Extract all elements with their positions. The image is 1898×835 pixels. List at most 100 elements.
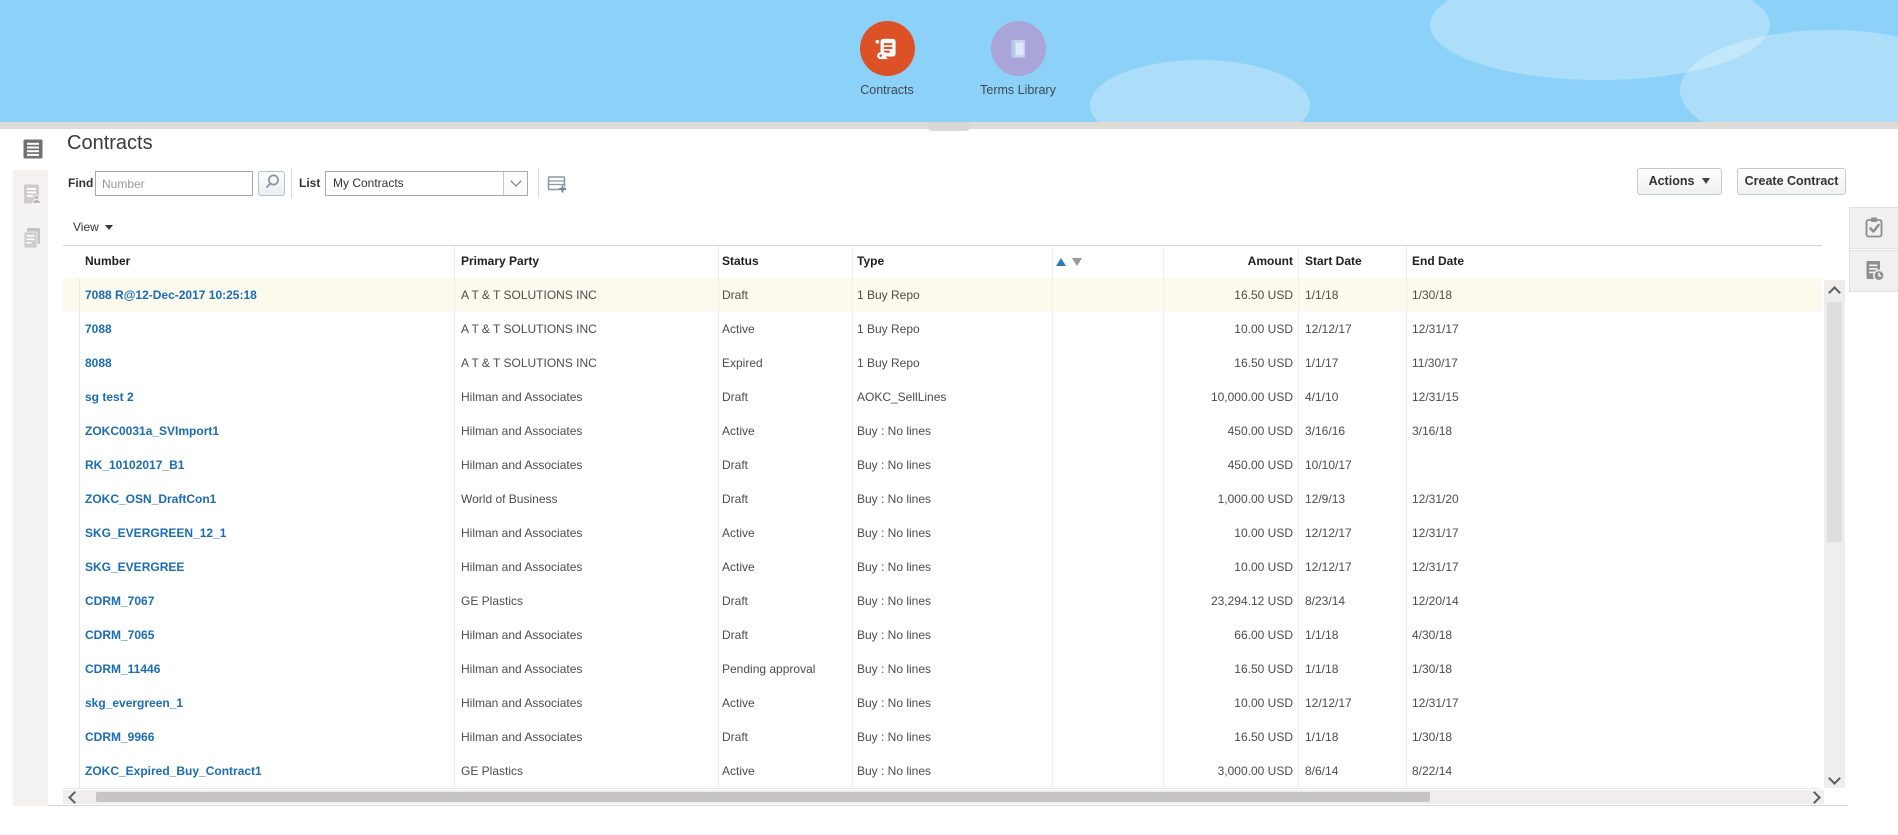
contract-deliverables-side-tab[interactable]: [1849, 207, 1898, 249]
actions-button[interactable]: Actions: [1637, 168, 1722, 195]
contract-deliverables-rail-icon[interactable]: [21, 183, 43, 208]
column-header-amount[interactable]: Amount: [1120, 245, 1293, 278]
type-cell: Buy : No lines: [857, 458, 932, 472]
table-row[interactable]: ZOKC0031a_SVImport1 Hilman and Associates…: [63, 414, 1822, 449]
primary-party-cell: GE Plastics: [461, 764, 524, 778]
contract-link[interactable]: 7088 R@12-Dec-2017 10:25:18: [85, 288, 257, 302]
end-date-cell: 1/30/18: [1412, 662, 1453, 676]
caret-down-icon: [1702, 178, 1711, 184]
row-gutter: [63, 380, 80, 414]
contract-link[interactable]: CDRM_7065: [85, 628, 154, 642]
toolbar-separator: [291, 168, 292, 198]
primary-party-cell: A T & T SOLUTIONS INC: [461, 322, 597, 336]
primary-party-cell: Hilman and Associates: [461, 560, 583, 574]
sort-ascending-icon[interactable]: [1056, 258, 1066, 266]
row-gutter: [63, 686, 80, 720]
row-gutter: [63, 414, 80, 448]
amount-cell: 10.00 USD: [1234, 526, 1293, 540]
horizontal-scrollbar-thumb[interactable]: [96, 792, 1430, 802]
vertical-scrollbar-thumb[interactable]: [1827, 302, 1842, 542]
find-input[interactable]: [95, 171, 253, 196]
contract-number-cell: ZOKC0031a_SVImport1: [85, 414, 219, 448]
table-row[interactable]: ZOKC_OSN_DraftCon1 World of Business Draft…: [63, 482, 1822, 517]
table-row[interactable]: 7088 R@12-Dec-2017 10:25:18 A T & T SOLUT…: [63, 278, 1822, 313]
table-row[interactable]: 7088 A T & T SOLUTIONS INC Active 1 Buy Rep…: [63, 312, 1822, 347]
status-cell: Draft: [722, 594, 749, 608]
end-date-cell: 12/31/17: [1412, 560, 1459, 574]
amount-cell: 66.00 USD: [1234, 628, 1293, 642]
manage-lists-icon[interactable]: [546, 173, 568, 195]
primary-party-cell: Hilman and Associates: [461, 458, 583, 472]
contract-link[interactable]: ZOKC0031a_SVImport1: [85, 424, 219, 438]
contract-link[interactable]: CDRM_9966: [85, 730, 154, 744]
row-gutter: [63, 584, 80, 618]
contract-link[interactable]: ZOKC_OSN_DraftCon1: [85, 492, 216, 506]
status-cell: Draft: [722, 730, 749, 744]
status-cell: Draft: [722, 288, 749, 302]
toolbar-separator: [538, 168, 539, 198]
end-date-cell: 11/30/17: [1412, 356, 1458, 370]
list-select[interactable]: My Contracts: [325, 171, 528, 196]
contract-link[interactable]: sg test 2: [85, 390, 134, 404]
contract-link[interactable]: SKG_EVERGREE: [85, 560, 184, 574]
column-header-status[interactable]: Status: [722, 245, 759, 278]
list-select-dropdown-button[interactable]: [503, 172, 527, 195]
contract-link[interactable]: CDRM_11446: [85, 662, 160, 676]
contract-link[interactable]: ZOKC_Expired_Buy_Contract1: [85, 764, 262, 778]
contract-number-cell: skg_evergreen_1: [85, 686, 183, 720]
start-date-cell: 8/23/14: [1305, 594, 1346, 608]
table-row[interactable]: CDRM_9966 Hilman and Associates Draft Buy :…: [63, 720, 1822, 755]
status-cell: Active: [722, 764, 755, 778]
contract-link[interactable]: RK_10102017_B1: [85, 458, 184, 472]
primary-party-cell: Hilman and Associates: [461, 424, 583, 438]
sort-descending-icon[interactable]: [1072, 258, 1082, 266]
contract-link[interactable]: CDRM_7067: [85, 594, 154, 608]
row-gutter: [63, 618, 80, 652]
table-row[interactable]: skg_evergreen_1 Hilman and Associates Acti…: [63, 686, 1822, 721]
springboard-item-terms-library[interactable]: Terms Library: [968, 21, 1068, 97]
column-header-number[interactable]: Number: [85, 245, 130, 278]
amount-cell: 10.00 USD: [1234, 322, 1293, 336]
table-row[interactable]: SKG_EVERGREEN_12_1 Hilman and Associates A…: [63, 516, 1822, 551]
row-gutter: [63, 346, 80, 380]
contract-number-cell: CDRM_7065: [85, 618, 154, 652]
contract-link[interactable]: skg_evergreen_1: [85, 696, 183, 710]
primary-party-cell: World of Business: [461, 492, 558, 506]
table-row[interactable]: SKG_EVERGREE Hilman and Associates Active B…: [63, 550, 1822, 585]
status-cell: Active: [722, 322, 755, 336]
contract-link[interactable]: 7088: [85, 322, 112, 336]
contract-link[interactable]: 8088: [85, 356, 112, 370]
row-gutter: [63, 516, 80, 550]
end-date-cell: 3/16/18: [1412, 424, 1453, 438]
pending-contracts-rail-icon[interactable]: [20, 226, 44, 253]
springboard-item-contracts[interactable]: Contracts: [837, 21, 937, 97]
amount-cell: 3,000.00 USD: [1217, 764, 1293, 778]
table-row[interactable]: 8088 A T & T SOLUTIONS INC Expired 1 Buy Re…: [63, 346, 1822, 381]
table-row[interactable]: ZOKC_Expired_Buy_Contract1 GE Plastics Act…: [63, 754, 1822, 789]
create-contract-button[interactable]: Create Contract: [1737, 168, 1846, 195]
column-header-primary-party[interactable]: Primary Party: [461, 245, 539, 278]
type-cell: AOKC_SellLines: [857, 390, 947, 404]
table-row[interactable]: sg test 2 Hilman and Associates Draft AOKC_…: [63, 380, 1822, 415]
search-button[interactable]: [258, 171, 285, 196]
status-cell: Draft: [722, 390, 749, 404]
clipboard-check-icon: [1861, 214, 1887, 243]
springboard-collapse-handle[interactable]: [927, 122, 971, 131]
contract-link[interactable]: SKG_EVERGREEN_12_1: [85, 526, 226, 540]
recent-items-side-tab[interactable]: [1849, 250, 1898, 292]
start-date-cell: 12/12/17: [1305, 560, 1352, 574]
column-header-type[interactable]: Type: [857, 245, 884, 278]
type-cell: Buy : No lines: [857, 764, 932, 778]
table-row[interactable]: CDRM_7065 Hilman and Associates Draft Buy :…: [63, 618, 1822, 653]
column-separator: [718, 246, 719, 788]
table-row[interactable]: RK_10102017_B1 Hilman and Associates Draft…: [63, 448, 1822, 483]
column-header-end-date[interactable]: End Date: [1412, 245, 1464, 278]
column-header-start-date[interactable]: Start Date: [1305, 245, 1362, 278]
table-row[interactable]: CDRM_7067 GE Plastics Draft Buy : No lines 2…: [63, 584, 1822, 619]
search-contracts-rail-icon[interactable]: [23, 139, 43, 162]
type-cell: 1 Buy Repo: [857, 322, 920, 336]
view-menu[interactable]: View: [73, 219, 113, 235]
table-row[interactable]: CDRM_11446 Hilman and Associates Pending a…: [63, 652, 1822, 687]
start-date-cell: 12/12/17: [1305, 322, 1352, 336]
end-date-cell: 1/30/18: [1412, 288, 1453, 302]
